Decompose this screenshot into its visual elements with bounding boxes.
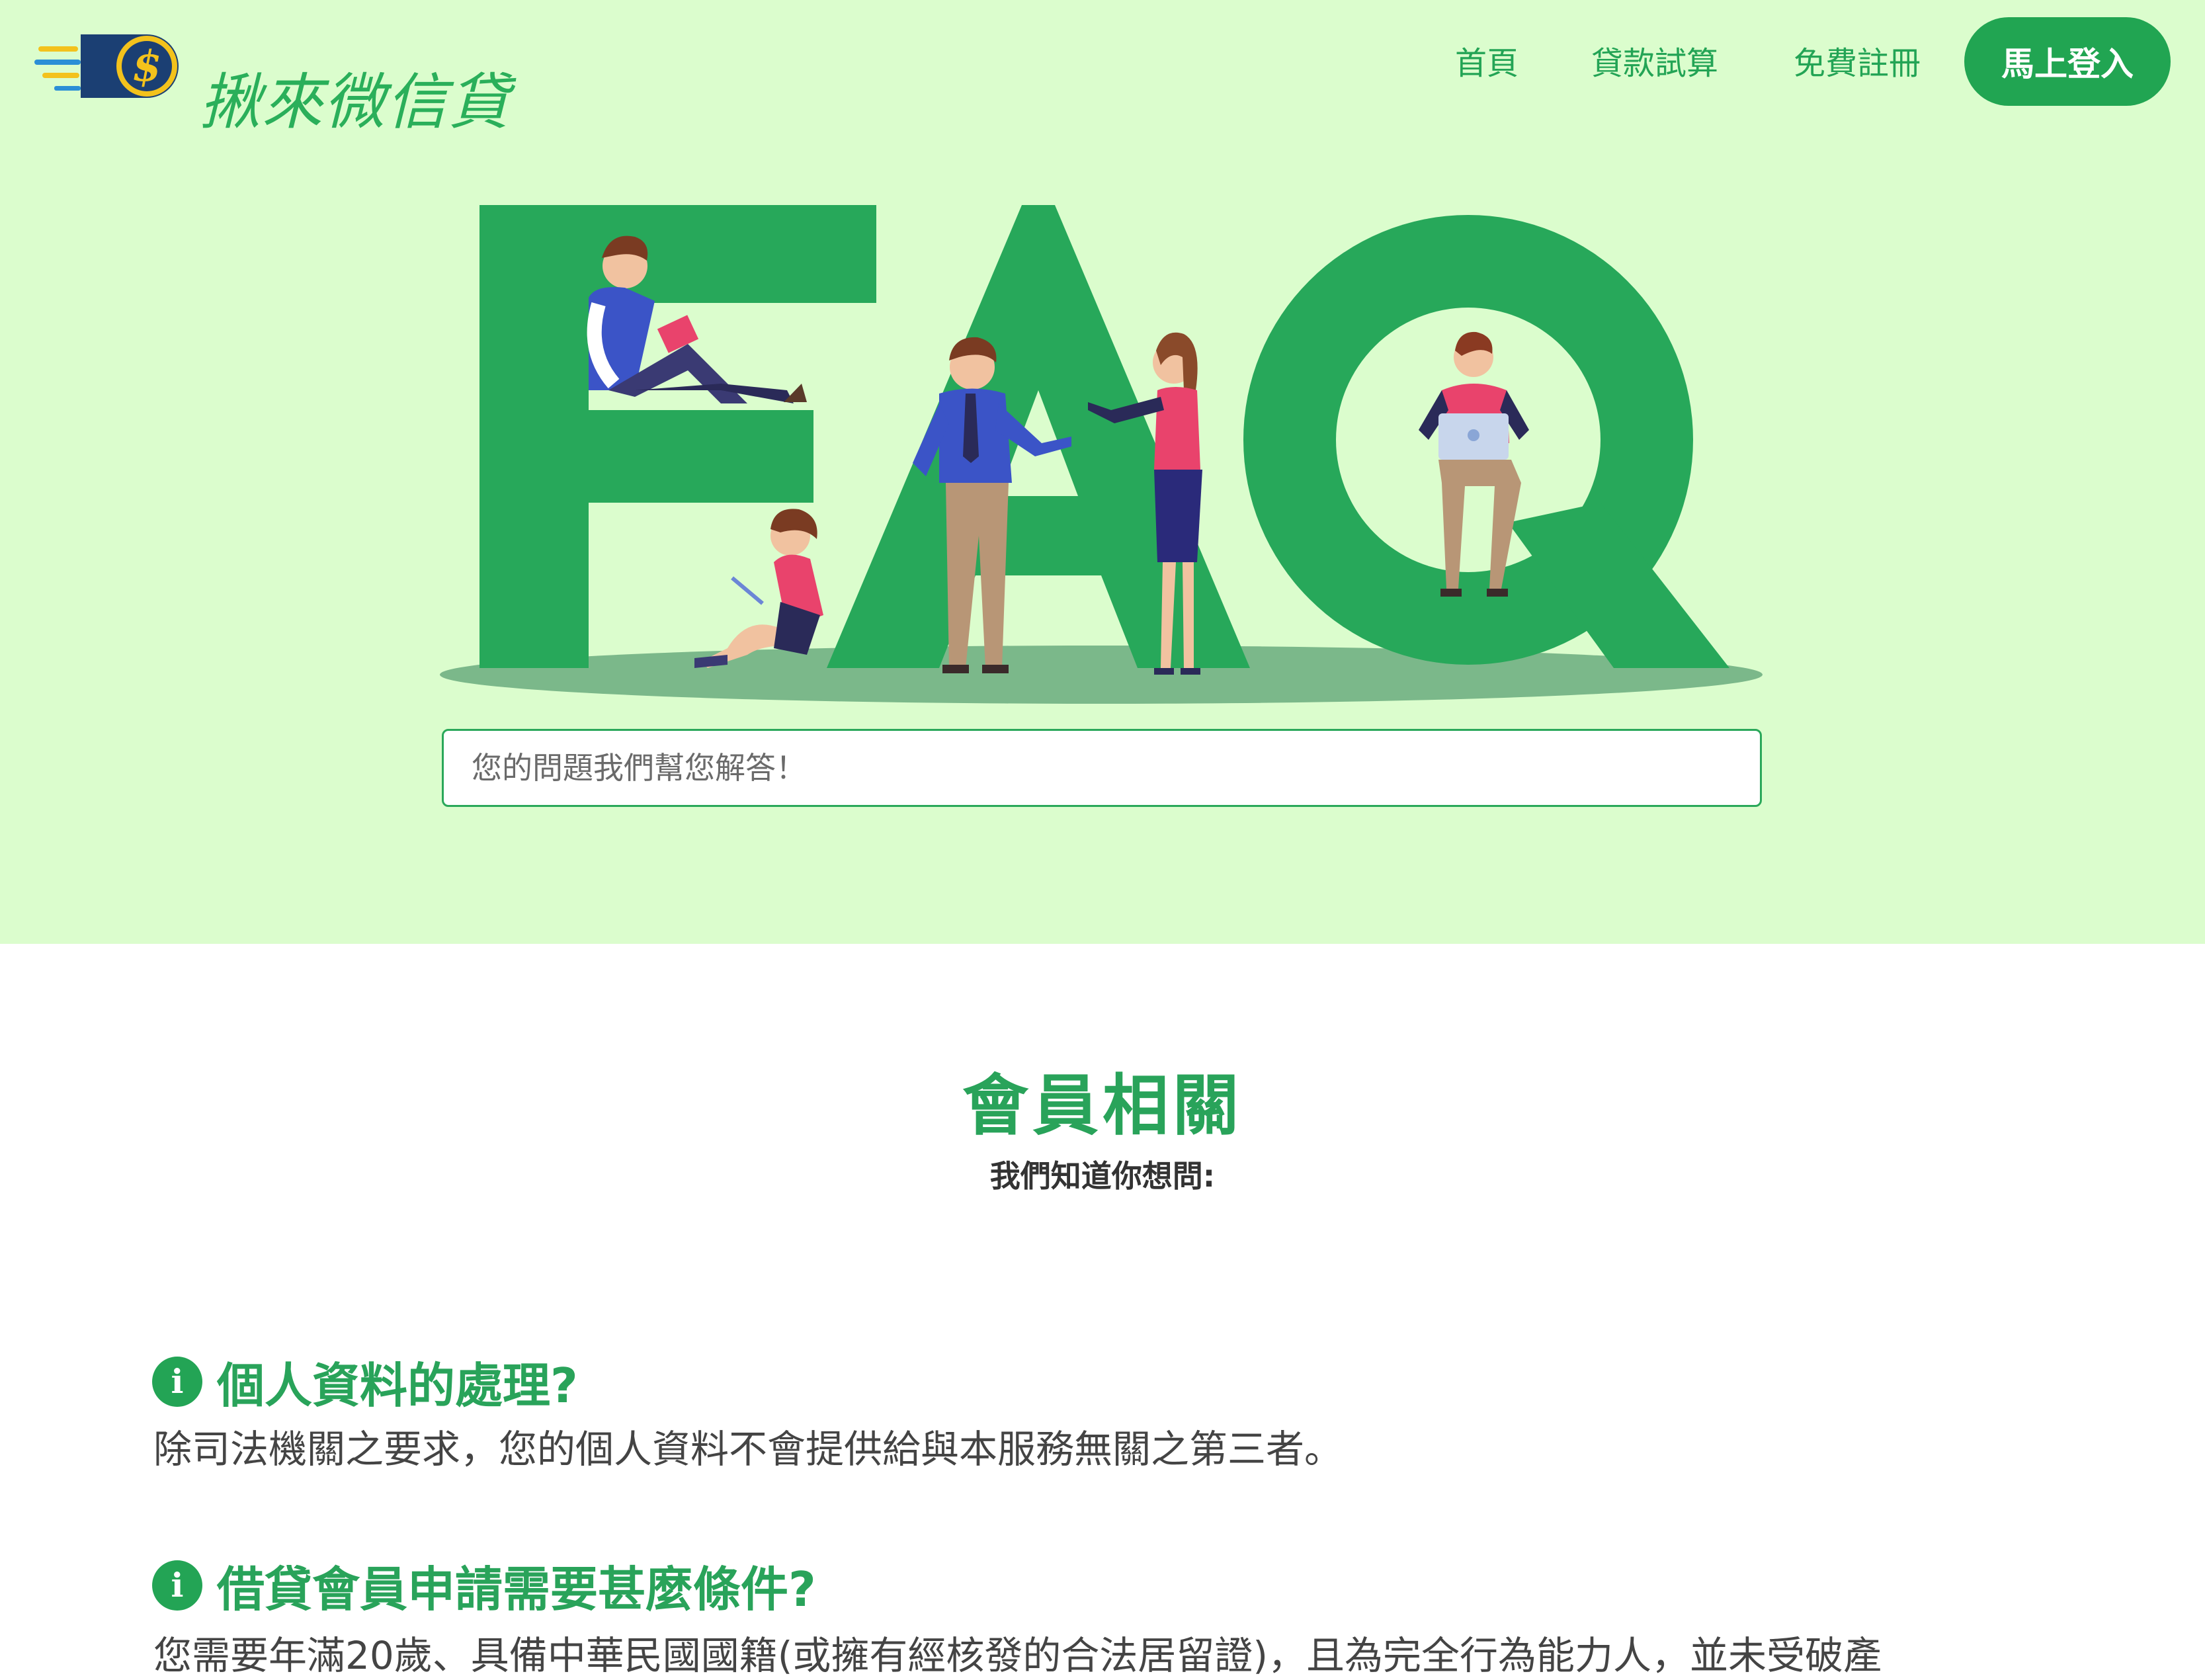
faq-answer-1: 除司法機關之要求，您的個人資料不會提供給與本服務無關之第三者。: [153, 1427, 1343, 1472]
faq-illustration: [440, 205, 1763, 704]
brand-name: 揪來微信貸: [200, 67, 511, 138]
svg-text:$: $: [132, 42, 162, 91]
faq-answer-2: 您需要年滿20歲、具備中華民國國籍(或擁有經核發的合法居留證)，且為完全行為能力…: [153, 1633, 1882, 1678]
person-with-tablet: [694, 509, 823, 668]
nav-home[interactable]: 首頁: [1455, 37, 1519, 83]
faq-question-text: 個人資料的處理?: [217, 1358, 578, 1413]
logo-coin-icon: $: [34, 34, 179, 98]
faq-question-1[interactable]: i 個人資料的處理?: [152, 1347, 578, 1416]
hero-section: $ 揪來微信貸 首頁 貸款試算 免費註冊 馬上登入: [0, 0, 2205, 944]
nav-loan-calculator[interactable]: 貸款試算: [1591, 37, 1718, 83]
login-button[interactable]: 馬上登入: [1964, 17, 2171, 106]
nav-register[interactable]: 免費註冊: [1794, 37, 1921, 83]
info-icon: i: [152, 1560, 202, 1611]
faq-search-input[interactable]: [442, 729, 1762, 807]
faq-question-2[interactable]: i 借貸會員申請需要甚麼條件?: [152, 1550, 816, 1620]
faq-question-text: 借貸會員申請需要甚麼條件?: [217, 1562, 816, 1617]
section-subtitle: 我們知道你想問:: [989, 1158, 1216, 1194]
section-title: 會員相關: [962, 1067, 1243, 1144]
info-icon: i: [152, 1356, 202, 1407]
brand-logo[interactable]: $ 揪來微信貸: [34, 26, 509, 138]
